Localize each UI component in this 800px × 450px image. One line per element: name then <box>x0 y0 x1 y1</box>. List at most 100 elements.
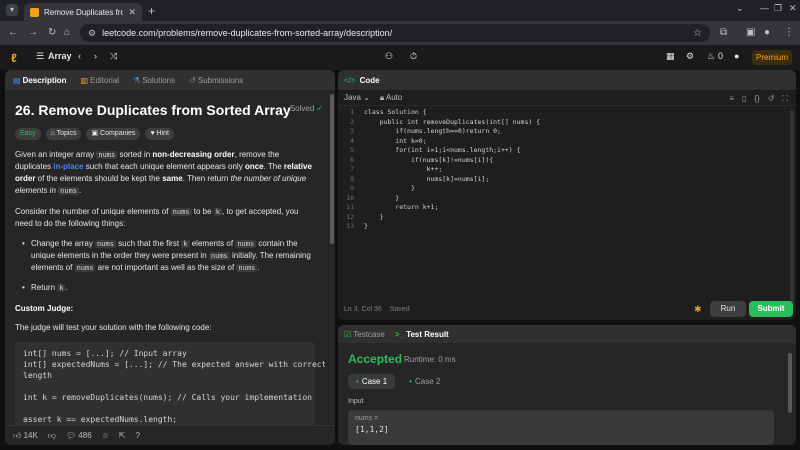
language-select[interactable]: Java ⌄ <box>344 93 370 102</box>
menu-kebab-icon[interactable]: ⋮ <box>784 27 794 38</box>
reset-icon[interactable]: ↺ <box>768 94 775 104</box>
companies-chip[interactable]: ▣ Companies <box>86 128 141 140</box>
topics-chip[interactable]: ⌂ Topics <box>45 128 82 140</box>
close-tab-icon[interactable]: ✕ <box>128 7 136 18</box>
code-line: for(int i=1;i<nums.length;i++) { <box>364 146 521 154</box>
streak-flame-icon[interactable]: ♨ <box>707 51 715 62</box>
sidebar-icon[interactable]: ▣ <box>746 27 755 38</box>
debug-icon[interactable]: ⚇ <box>385 51 393 62</box>
prev-problem-icon[interactable]: ‹ <box>78 51 81 61</box>
grid-icon[interactable]: ▦ <box>666 51 675 62</box>
input-value: [1,1,2] <box>355 425 389 434</box>
difficulty-chip[interactable]: Easy <box>15 128 41 140</box>
in-place-link[interactable]: in-place <box>53 162 83 171</box>
bookmark-star-icon[interactable]: ☆ <box>693 28 702 39</box>
profile-avatar[interactable]: ● <box>764 27 770 38</box>
case-tab-1[interactable]: • Case 1 <box>348 374 396 389</box>
omnibox[interactable]: ⚙ leetcode.com/problems/remove-duplicate… <box>80 24 710 42</box>
comments-button[interactable]: 💬︎ 486 <box>66 431 92 440</box>
list-item: Return k. <box>22 282 315 294</box>
autocomplete-mode[interactable]: 🔒︎ Auto <box>380 93 403 103</box>
extensions-icon[interactable]: ⧉ <box>720 27 727 38</box>
editor-scrollbar[interactable] <box>790 110 794 310</box>
check-circle-icon: ✓ <box>316 104 323 113</box>
favorite-star-icon[interactable]: ☆ <box>102 431 109 440</box>
runtime-text: Runtime: 0 ms <box>404 355 456 364</box>
run-button[interactable]: Run <box>710 301 746 317</box>
leetcode-logo-icon[interactable]: ℓ <box>11 51 23 65</box>
dislike-icon[interactable]: 👎︎ <box>48 431 56 441</box>
case-tabs: • Case 1 • Case 2 <box>348 374 448 389</box>
input-box: nums = [1,1,2] <box>348 410 774 445</box>
judge-code-block: int[] nums = [...]; // Input array int[]… <box>15 342 325 425</box>
browser-tab[interactable]: Remove Duplicates from Sorted ✕ <box>24 3 142 21</box>
code-line: nums[k]=nums[i]; <box>364 174 490 183</box>
tab-submissions[interactable]: ↺ Submissions <box>189 76 243 85</box>
submit-button[interactable]: Submit <box>749 301 793 317</box>
code-line: if(nums.length==0)return 0; <box>364 127 501 135</box>
streak-count: 0 <box>718 51 724 61</box>
problem-list-title[interactable]: Array <box>48 51 72 61</box>
tab-test-result[interactable]: >_ Test Result <box>395 330 449 339</box>
test-panel: ☑ Testcase >_ Test Result Accepted Runti… <box>338 325 796 445</box>
reload-icon[interactable]: ↻ <box>48 27 56 38</box>
help-icon[interactable]: ? <box>136 431 140 440</box>
test-scrollbar[interactable] <box>788 353 792 413</box>
book-icon: ▥ <box>80 75 89 85</box>
forward-icon[interactable]: → <box>28 27 38 38</box>
requirements-list: Change the array nums such that the firs… <box>15 238 315 294</box>
custom-judge-heading: Custom Judge: <box>15 304 74 313</box>
code-editor[interactable]: 1 class Solution { 2 public int removeDup… <box>338 108 788 288</box>
problem-list-icon[interactable]: ☰ <box>36 51 44 62</box>
format-icon[interactable]: ≡ <box>729 94 734 104</box>
url-text: leetcode.com/problems/remove-duplicates-… <box>102 28 393 38</box>
code-icon: </> <box>344 75 356 85</box>
minimize-icon[interactable]: — <box>760 3 769 13</box>
tab-description[interactable]: ▤ Description <box>13 76 67 85</box>
site-info-icon[interactable]: ⚙ <box>88 28 96 39</box>
tab-solutions[interactable]: ⚗ Solutions <box>133 76 175 85</box>
share-icon[interactable]: ⇱ <box>119 431 126 440</box>
fullscreen-icon[interactable]: ⛶ <box>782 94 788 104</box>
user-avatar[interactable]: ● <box>734 51 739 61</box>
chevron-down-icon[interactable]: ⌄ <box>736 3 744 14</box>
problem-paragraph-2: Consider the number of unique elements o… <box>15 207 299 228</box>
problem-title: 26. Remove Duplicates from Sorted Array <box>15 102 291 118</box>
problem-content: 26. Remove Duplicates from Sorted Array … <box>5 90 325 425</box>
description-scrollbar[interactable] <box>330 94 334 244</box>
shuffle-icon[interactable]: ⤨ <box>110 51 117 62</box>
tab-editorial[interactable]: ▥ Editorial <box>81 76 119 85</box>
tab-testcase[interactable]: ☑ Testcase <box>344 330 385 339</box>
cursor-position: Ln 3, Col 36 <box>344 306 382 313</box>
back-icon[interactable]: ← <box>8 27 18 38</box>
bookmark-icon[interactable]: ▯ <box>742 94 746 104</box>
leetcode-favicon-icon <box>30 7 39 17</box>
case-tab-2[interactable]: • Case 2 <box>401 374 448 389</box>
code-line: if(nums[k]!=nums[i]){ <box>364 155 494 164</box>
premium-button[interactable]: Premium <box>752 50 792 65</box>
input-key: nums = <box>355 415 379 422</box>
checkbox-icon: ☑ <box>344 329 352 339</box>
settings-gear-icon[interactable]: ⚙ <box>686 51 694 62</box>
timer-icon[interactable]: ⏱ <box>410 51 417 62</box>
code-line: return k+1; <box>364 203 439 211</box>
hint-chip[interactable]: ♥ Hint <box>145 128 174 140</box>
tab-list-icon[interactable]: ▾ <box>6 4 18 16</box>
input-label: Input <box>348 398 364 405</box>
lightbulb-icon[interactable]: ✱ <box>694 304 702 315</box>
restore-icon[interactable]: ❐ <box>774 3 782 14</box>
list-item: Change the array nums such that the firs… <box>22 238 315 274</box>
flask-icon: ⚗ <box>133 75 141 85</box>
description-footer: 👍︎ 14K 👎︎ 💬︎ 486 ☆ ⇱ ? <box>5 425 335 445</box>
like-button[interactable]: 👍︎ 14K <box>13 431 38 441</box>
close-window-icon[interactable]: ✕ <box>789 3 797 14</box>
code-line: } <box>364 212 384 221</box>
address-bar-row: ← → ↻ ⌂ ⚙ leetcode.com/problems/remove-d… <box>0 21 800 45</box>
code-line: k++; <box>364 165 443 173</box>
next-problem-icon[interactable]: › <box>94 51 97 61</box>
home-icon[interactable]: ⌂ <box>64 27 70 38</box>
language-bar: Java ⌄ 🔒︎ Auto <box>338 90 796 106</box>
new-tab-icon[interactable]: + <box>148 4 155 18</box>
code-line: class Solution { <box>364 108 427 116</box>
braces-icon[interactable]: {} <box>754 94 759 104</box>
